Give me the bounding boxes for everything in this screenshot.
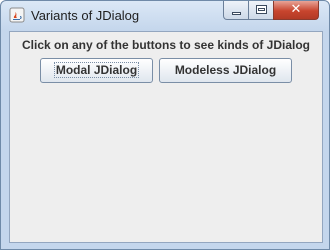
close-icon: ✕ — [290, 2, 302, 17]
maximize-button[interactable] — [248, 1, 274, 20]
app-window: Variants of JDialog ✕ Click on any of th… — [0, 0, 330, 250]
instruction-label: Click on any of the buttons to see kinds… — [21, 38, 311, 52]
modal-jdialog-label: Modal JDialog — [53, 62, 140, 78]
java-app-icon — [9, 7, 25, 23]
modeless-jdialog-label: Modeless JDialog — [174, 63, 277, 77]
window-title: Variants of JDialog — [31, 8, 140, 23]
minimize-button[interactable] — [223, 1, 249, 20]
maximize-icon — [256, 5, 267, 14]
title-bar[interactable]: Variants of JDialog ✕ — [1, 1, 329, 31]
content-panel: Click on any of the buttons to see kinds… — [9, 31, 323, 243]
modal-jdialog-button[interactable]: Modal JDialog — [40, 58, 153, 83]
minimize-icon — [232, 12, 241, 15]
close-button[interactable]: ✕ — [273, 1, 319, 20]
modeless-jdialog-button[interactable]: Modeless JDialog — [159, 58, 292, 83]
